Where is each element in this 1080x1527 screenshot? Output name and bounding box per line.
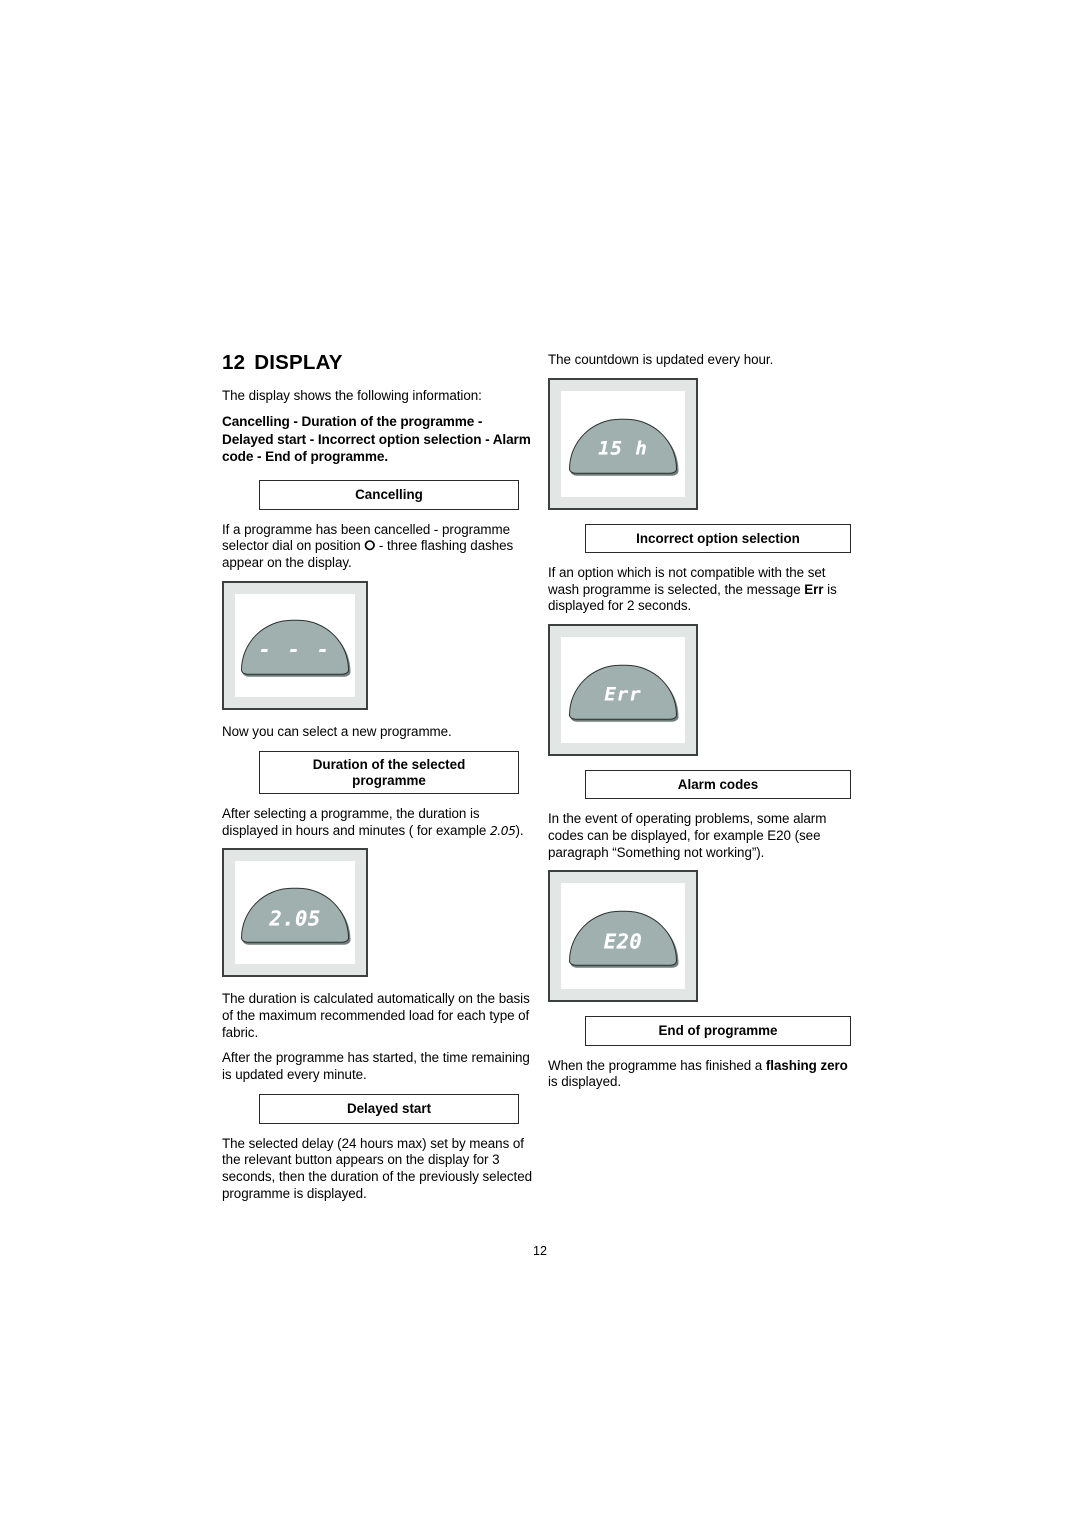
display-dome: - - - [241, 619, 349, 675]
duration-header-line2: programme [352, 772, 426, 788]
display-illustration-error: Err [548, 623, 698, 756]
section-header-delayed-start: Delayed start [259, 1094, 519, 1124]
lcd-value: 2.05 [269, 906, 321, 931]
document-page: 12 DISPLAY The display shows the followin… [0, 0, 1080, 1527]
section-header-alarm-codes: Alarm codes [585, 769, 851, 800]
delayed-start-paragraph: The selected delay (24 hours max) set by… [222, 1135, 532, 1201]
chapter-number: 12 [222, 351, 246, 374]
display-dome: Err [569, 664, 677, 720]
section-header-end-of-programme: End of programme [585, 1016, 851, 1046]
incorrect-option-bold-term: Err [804, 581, 824, 597]
cancelling-followup: Now you can select a new programme. [222, 723, 452, 739]
display-illustration-countdown: 15 h [548, 377, 698, 510]
display-screen-area: E20 [561, 883, 685, 990]
display-dome: E20 [569, 910, 677, 966]
duration-inline-value: 2.05 [489, 823, 516, 838]
duration-paragraph: After selecting a programme, the duratio… [222, 806, 534, 839]
display-illustration-alarm-code: E20 [548, 870, 698, 1003]
display-dome: 2.05 [241, 887, 349, 943]
display-illustration-cancelling: - - - [222, 580, 368, 710]
display-dome: 15 h [569, 418, 677, 474]
countdown-note: The countdown is updated every hour. [548, 352, 774, 367]
display-screen-area: 2.05 [235, 861, 355, 965]
display-screen-area: Err [561, 636, 685, 743]
lcd-value: E20 [603, 929, 643, 954]
section-header-incorrect-option: Incorrect option selection [585, 523, 851, 554]
duration-followup-2: After the programme has started, the tim… [222, 1050, 530, 1082]
display-illustration-duration: 2.05 [222, 848, 368, 978]
duration-header-line1: Duration of the selected [312, 757, 466, 773]
alarm-codes-paragraph: In the event of operating problems, some… [548, 811, 827, 860]
incorrect-option-paragraph: If an option which is not compatible wit… [548, 565, 860, 615]
lcd-value: Err [604, 684, 642, 707]
intro-paragraph: The display shows the following informat… [222, 387, 482, 403]
incorrect-option-text-before: If an option which is not compatible wit… [548, 565, 826, 597]
duration-text-before: After selecting a programme, the duratio… [222, 806, 487, 838]
dial-position-circle-icon: ⭘ [364, 538, 376, 554]
page-number: 12 [532, 1244, 547, 1258]
lcd-value: - - - [258, 637, 332, 662]
lcd-value: 15 h [598, 437, 648, 460]
right-column: The countdown is updated every hour. 15 … [548, 352, 860, 1102]
section-header-duration: Duration of the selected programme [259, 751, 519, 795]
duration-text-after: ). [515, 822, 524, 838]
left-column: 12 DISPLAY The display shows the followin… [222, 351, 534, 1213]
end-of-programme-text-after: is displayed. [548, 1074, 622, 1090]
chapter-title-text: DISPLAY [254, 351, 343, 374]
page-title: 12 DISPLAY [222, 351, 534, 375]
cancelling-paragraph: If a programme has been cancelled - prog… [222, 522, 534, 572]
end-of-programme-bold-term: flashing zero [765, 1057, 848, 1073]
duration-followup-1: The duration is calculated automatically… [222, 991, 530, 1040]
end-of-programme-paragraph: When the programme has finished a flashi… [548, 1058, 860, 1091]
section-header-cancelling: Cancelling [259, 480, 519, 510]
end-of-programme-text-before: When the programme has finished a [548, 1057, 763, 1073]
display-screen-area: 15 h [561, 390, 685, 497]
summary-paragraph: Cancelling - Duration of the programme -… [222, 414, 531, 464]
display-screen-area: - - - [235, 593, 355, 697]
